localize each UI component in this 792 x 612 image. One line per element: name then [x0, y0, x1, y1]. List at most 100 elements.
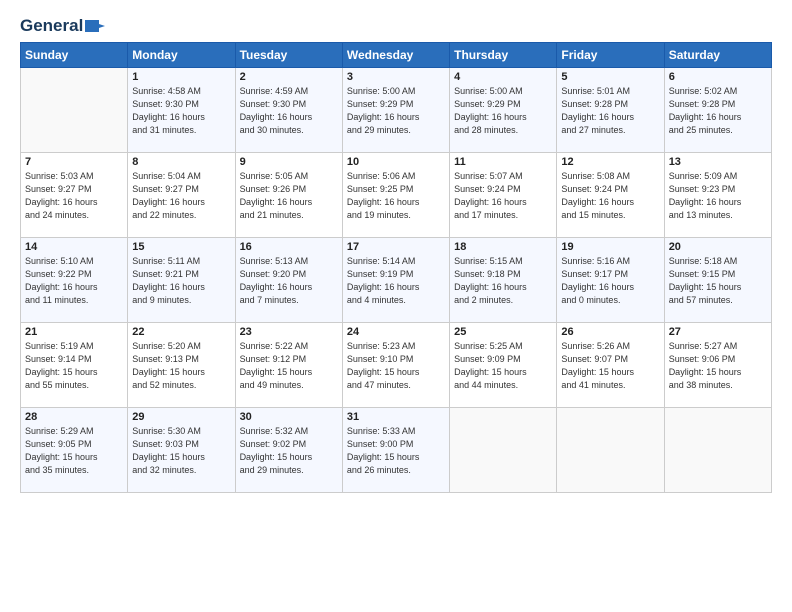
day-info: Sunrise: 5:32 AM Sunset: 9:02 PM Dayligh… [240, 425, 338, 477]
weekday-header-sunday: Sunday [21, 43, 128, 68]
calendar-cell: 9 Sunrise: 5:05 AM Sunset: 9:26 PM Daylig… [235, 153, 342, 238]
day-number: 21 [25, 326, 123, 338]
day-number: 24 [347, 326, 445, 338]
day-number: 25 [454, 326, 552, 338]
calendar-cell: 29 Sunrise: 5:30 AM Sunset: 9:03 PM Dayli… [128, 408, 235, 493]
calendar-cell: 3 Sunrise: 5:00 AM Sunset: 9:29 PM Daylig… [342, 68, 449, 153]
day-number: 9 [240, 156, 338, 168]
calendar-week-5: 28 Sunrise: 5:29 AM Sunset: 9:05 PM Dayli… [21, 408, 772, 493]
day-info: Sunrise: 5:02 AM Sunset: 9:28 PM Dayligh… [669, 85, 767, 137]
day-info: Sunrise: 5:20 AM Sunset: 9:13 PM Dayligh… [132, 340, 230, 392]
day-info: Sunrise: 4:59 AM Sunset: 9:30 PM Dayligh… [240, 85, 338, 137]
day-info: Sunrise: 5:13 AM Sunset: 9:20 PM Dayligh… [240, 255, 338, 307]
day-number: 2 [240, 71, 338, 83]
calendar-cell: 16 Sunrise: 5:13 AM Sunset: 9:20 PM Dayli… [235, 238, 342, 323]
day-info: Sunrise: 5:30 AM Sunset: 9:03 PM Dayligh… [132, 425, 230, 477]
day-info: Sunrise: 5:16 AM Sunset: 9:17 PM Dayligh… [561, 255, 659, 307]
day-info: Sunrise: 5:22 AM Sunset: 9:12 PM Dayligh… [240, 340, 338, 392]
logo-general: General [20, 16, 83, 36]
header: General [20, 16, 772, 34]
day-number: 14 [25, 241, 123, 253]
day-info: Sunrise: 5:15 AM Sunset: 9:18 PM Dayligh… [454, 255, 552, 307]
calendar-cell: 1Sunrise: 4:58 AM Sunset: 9:30 PM Daylig… [128, 68, 235, 153]
day-info: Sunrise: 5:29 AM Sunset: 9:05 PM Dayligh… [25, 425, 123, 477]
day-number: 5 [561, 71, 659, 83]
weekday-header-tuesday: Tuesday [235, 43, 342, 68]
calendar-cell: 19 Sunrise: 5:16 AM Sunset: 9:17 PM Dayli… [557, 238, 664, 323]
calendar-cell: 4 Sunrise: 5:00 AM Sunset: 9:29 PM Daylig… [450, 68, 557, 153]
day-info: Sunrise: 5:19 AM Sunset: 9:14 PM Dayligh… [25, 340, 123, 392]
calendar-cell: 26 Sunrise: 5:26 AM Sunset: 9:07 PM Dayli… [557, 323, 664, 408]
calendar-cell: 14 Sunrise: 5:10 AM Sunset: 9:22 PM Dayli… [21, 238, 128, 323]
day-number: 13 [669, 156, 767, 168]
day-number: 22 [132, 326, 230, 338]
day-info: Sunrise: 5:00 AM Sunset: 9:29 PM Dayligh… [347, 85, 445, 137]
day-number: 10 [347, 156, 445, 168]
calendar-table: SundayMondayTuesdayWednesdayThursdayFrid… [20, 42, 772, 493]
day-info: Sunrise: 5:18 AM Sunset: 9:15 PM Dayligh… [669, 255, 767, 307]
logo-arrow-icon [85, 18, 105, 34]
calendar-cell: 10 Sunrise: 5:06 AM Sunset: 9:25 PM Dayli… [342, 153, 449, 238]
calendar-cell: 7Sunrise: 5:03 AM Sunset: 9:27 PM Daylig… [21, 153, 128, 238]
day-number: 23 [240, 326, 338, 338]
day-number: 26 [561, 326, 659, 338]
day-number: 30 [240, 411, 338, 423]
day-number: 15 [132, 241, 230, 253]
day-info: Sunrise: 5:07 AM Sunset: 9:24 PM Dayligh… [454, 170, 552, 222]
day-number: 16 [240, 241, 338, 253]
day-info: Sunrise: 5:27 AM Sunset: 9:06 PM Dayligh… [669, 340, 767, 392]
day-info: Sunrise: 5:01 AM Sunset: 9:28 PM Dayligh… [561, 85, 659, 137]
calendar-cell: 27 Sunrise: 5:27 AM Sunset: 9:06 PM Dayli… [664, 323, 771, 408]
calendar-cell: 8 Sunrise: 5:04 AM Sunset: 9:27 PM Daylig… [128, 153, 235, 238]
day-number: 19 [561, 241, 659, 253]
day-info: Sunrise: 5:00 AM Sunset: 9:29 PM Dayligh… [454, 85, 552, 137]
day-info: Sunrise: 5:23 AM Sunset: 9:10 PM Dayligh… [347, 340, 445, 392]
day-info: Sunrise: 5:05 AM Sunset: 9:26 PM Dayligh… [240, 170, 338, 222]
day-info: Sunrise: 5:04 AM Sunset: 9:27 PM Dayligh… [132, 170, 230, 222]
calendar-week-2: 7Sunrise: 5:03 AM Sunset: 9:27 PM Daylig… [21, 153, 772, 238]
day-number: 3 [347, 71, 445, 83]
day-info: Sunrise: 5:03 AM Sunset: 9:27 PM Dayligh… [25, 170, 123, 222]
calendar-cell: 24 Sunrise: 5:23 AM Sunset: 9:10 PM Dayli… [342, 323, 449, 408]
calendar-cell: 28 Sunrise: 5:29 AM Sunset: 9:05 PM Dayli… [21, 408, 128, 493]
weekday-header-wednesday: Wednesday [342, 43, 449, 68]
day-info: Sunrise: 5:08 AM Sunset: 9:24 PM Dayligh… [561, 170, 659, 222]
calendar-week-4: 21 Sunrise: 5:19 AM Sunset: 9:14 PM Dayli… [21, 323, 772, 408]
calendar-cell: 20 Sunrise: 5:18 AM Sunset: 9:15 PM Dayli… [664, 238, 771, 323]
calendar-cell: 25Sunrise: 5:25 AM Sunset: 9:09 PM Dayli… [450, 323, 557, 408]
calendar-week-1: 1Sunrise: 4:58 AM Sunset: 9:30 PM Daylig… [21, 68, 772, 153]
day-number: 29 [132, 411, 230, 423]
logo: General [20, 16, 105, 34]
calendar-cell: 6 Sunrise: 5:02 AM Sunset: 9:28 PM Daylig… [664, 68, 771, 153]
calendar-cell: 22 Sunrise: 5:20 AM Sunset: 9:13 PM Dayli… [128, 323, 235, 408]
day-info: Sunrise: 5:10 AM Sunset: 9:22 PM Dayligh… [25, 255, 123, 307]
calendar-cell: 15 Sunrise: 5:11 AM Sunset: 9:21 PM Dayli… [128, 238, 235, 323]
weekday-header-friday: Friday [557, 43, 664, 68]
day-number: 31 [347, 411, 445, 423]
day-number: 12 [561, 156, 659, 168]
day-number: 4 [454, 71, 552, 83]
calendar-cell: 17Sunrise: 5:14 AM Sunset: 9:19 PM Dayli… [342, 238, 449, 323]
day-info: Sunrise: 5:26 AM Sunset: 9:07 PM Dayligh… [561, 340, 659, 392]
calendar-cell: 21 Sunrise: 5:19 AM Sunset: 9:14 PM Dayli… [21, 323, 128, 408]
calendar-cell: 30 Sunrise: 5:32 AM Sunset: 9:02 PM Dayli… [235, 408, 342, 493]
calendar-cell: 2 Sunrise: 4:59 AM Sunset: 9:30 PM Daylig… [235, 68, 342, 153]
day-number: 6 [669, 71, 767, 83]
calendar-cell [557, 408, 664, 493]
weekday-header-thursday: Thursday [450, 43, 557, 68]
day-info: Sunrise: 5:06 AM Sunset: 9:25 PM Dayligh… [347, 170, 445, 222]
calendar-cell: 18 Sunrise: 5:15 AM Sunset: 9:18 PM Dayli… [450, 238, 557, 323]
day-number: 28 [25, 411, 123, 423]
day-info: Sunrise: 5:11 AM Sunset: 9:21 PM Dayligh… [132, 255, 230, 307]
day-number: 20 [669, 241, 767, 253]
calendar-cell [450, 408, 557, 493]
day-number: 8 [132, 156, 230, 168]
day-number: 27 [669, 326, 767, 338]
weekday-header-row: SundayMondayTuesdayWednesdayThursdayFrid… [21, 43, 772, 68]
day-number: 18 [454, 241, 552, 253]
calendar-page: General SundayMondayTuesdayWednesdayThur… [0, 0, 792, 612]
calendar-cell: 5 Sunrise: 5:01 AM Sunset: 9:28 PM Daylig… [557, 68, 664, 153]
day-number: 1 [132, 71, 230, 83]
day-number: 17 [347, 241, 445, 253]
calendar-cell [664, 408, 771, 493]
